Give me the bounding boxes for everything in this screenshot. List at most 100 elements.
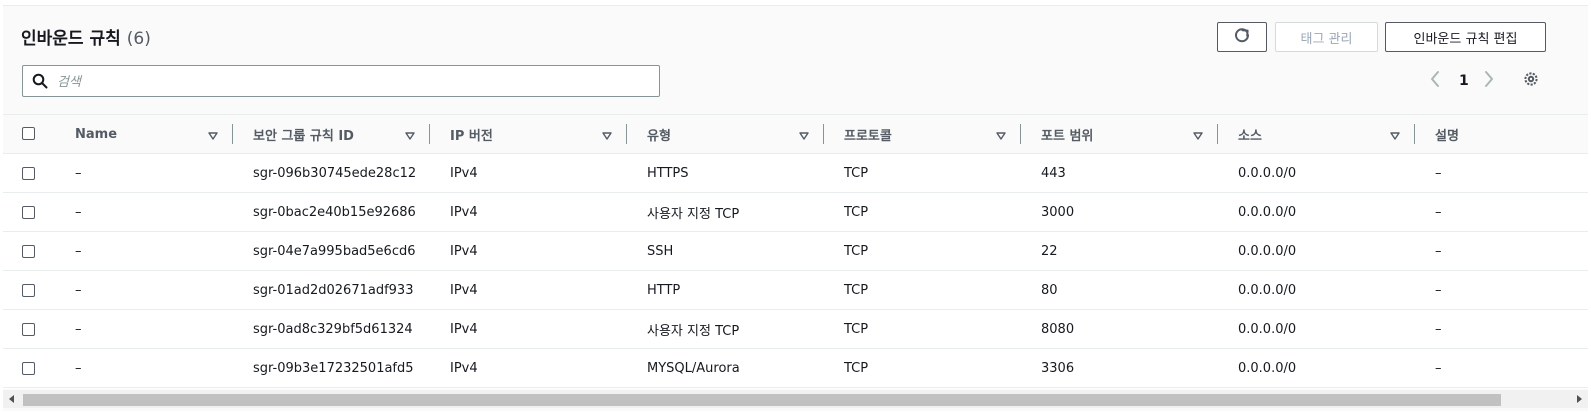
scroll-right-arrow-icon[interactable] — [1577, 395, 1582, 403]
column-header-description[interactable]: 설명 — [1435, 115, 1459, 153]
next-page-button[interactable] — [1483, 68, 1495, 94]
table-row[interactable]: – sgr-0ad8c329bf5d61324 IPv4 사용자 지정 TCP … — [3, 310, 1588, 349]
sort-caret-icon[interactable] — [1390, 129, 1400, 144]
cell-ip-version: IPv4 — [450, 205, 478, 220]
rule-count: (6) — [126, 29, 151, 49]
cell-ip-version: IPv4 — [450, 361, 478, 376]
column-header-port-range[interactable]: 포트 범위 — [1041, 115, 1093, 153]
cell-source: 0.0.0.0/0 — [1238, 205, 1297, 220]
column-resizer[interactable] — [232, 124, 233, 144]
row-checkbox[interactable] — [22, 245, 35, 258]
row-checkbox[interactable] — [22, 284, 35, 297]
table-row[interactable]: – sgr-09b3e17232501afd5 IPv4 MYSQL/Auror… — [3, 349, 1588, 388]
sort-caret-icon[interactable] — [1193, 129, 1203, 144]
search-input[interactable] — [55, 69, 649, 95]
cell-description: – — [1435, 244, 1442, 259]
column-resizer[interactable] — [1414, 124, 1415, 144]
cell-description: – — [1435, 205, 1442, 220]
cell-ip-version: IPv4 — [450, 322, 478, 337]
cell-rule-id: sgr-0bac2e40b15e92686 — [253, 205, 416, 220]
sort-caret-icon[interactable] — [405, 129, 415, 144]
row-checkbox[interactable] — [22, 362, 35, 375]
sort-caret-icon[interactable] — [996, 129, 1006, 144]
column-header-protocol[interactable]: 프로토콜 — [844, 115, 892, 153]
sort-caret-icon[interactable] — [799, 129, 809, 144]
table-row[interactable]: – sgr-096b30745ede28c12 IPv4 HTTPS TCP 4… — [3, 154, 1588, 193]
search-box[interactable] — [22, 65, 660, 97]
cell-type: HTTP — [647, 283, 681, 298]
cell-rule-id: sgr-04e7a995bad5e6cd6 — [253, 244, 416, 259]
sort-caret-icon[interactable] — [208, 129, 218, 144]
column-header-name[interactable]: Name — [75, 115, 117, 153]
cell-source: 0.0.0.0/0 — [1238, 166, 1297, 181]
inbound-rules-table: Name 보안 그룹 규칙 ID IP 버전 유형 프로토콜 포트 범위 소스 … — [3, 114, 1588, 389]
cell-type: SSH — [647, 244, 674, 259]
column-header-ip-version[interactable]: IP 버전 — [450, 115, 493, 153]
page-title: 인바운드 규칙 (6) — [21, 24, 151, 49]
cell-port-range: 3000 — [1041, 205, 1075, 220]
cell-rule-id: sgr-01ad2d02671adf933 — [253, 283, 414, 298]
column-label: 설명 — [1435, 128, 1459, 144]
cell-type: 사용자 지정 TCP — [647, 207, 740, 222]
column-label: IP 버전 — [450, 128, 493, 144]
table-row[interactable]: – sgr-04e7a995bad5e6cd6 IPv4 SSH TCP 22 … — [3, 232, 1588, 271]
edit-inbound-rules-button[interactable]: 인바운드 규칙 편집 — [1385, 22, 1546, 52]
cell-name: – — [75, 322, 82, 337]
cell-port-range: 80 — [1041, 283, 1058, 298]
previous-page-button[interactable] — [1429, 68, 1441, 94]
column-header-source[interactable]: 소스 — [1238, 115, 1262, 153]
column-resizer[interactable] — [1217, 124, 1218, 144]
title-text: 인바운드 규칙 — [21, 29, 121, 49]
cell-source: 0.0.0.0/0 — [1238, 283, 1297, 298]
cell-type: MYSQL/Aurora — [647, 361, 740, 376]
cell-description: – — [1435, 283, 1442, 298]
row-checkbox[interactable] — [22, 167, 35, 180]
table-row[interactable]: – sgr-0bac2e40b15e92686 IPv4 사용자 지정 TCP … — [3, 193, 1588, 232]
search-icon — [32, 73, 48, 93]
column-header-type[interactable]: 유형 — [647, 115, 671, 153]
cell-name: – — [75, 244, 82, 259]
column-resizer[interactable] — [1020, 124, 1021, 144]
column-label: Name — [75, 126, 118, 142]
cell-rule-id: sgr-09b3e17232501afd5 — [253, 361, 414, 376]
manage-tags-button[interactable]: 태그 관리 — [1275, 22, 1378, 52]
column-resizer[interactable] — [823, 124, 824, 144]
cell-type: HTTPS — [647, 166, 689, 181]
horizontal-scrollbar[interactable] — [3, 390, 1588, 408]
cell-ip-version: IPv4 — [450, 283, 478, 298]
column-label: 유형 — [647, 128, 671, 144]
cell-protocol: TCP — [844, 283, 869, 298]
table-header: Name 보안 그룹 규칙 ID IP 버전 유형 프로토콜 포트 범위 소스 … — [3, 114, 1588, 154]
cell-source: 0.0.0.0/0 — [1238, 361, 1297, 376]
cell-name: – — [75, 166, 82, 181]
cell-ip-version: IPv4 — [450, 244, 478, 259]
inbound-rules-panel: 인바운드 규칙(6) 태그 관리 인바운드 규칙 편집 1 — [3, 5, 1588, 411]
cell-rule-id: sgr-0ad8c329bf5d61324 — [253, 322, 413, 337]
sort-caret-icon[interactable] — [602, 129, 612, 144]
column-header-rule-id[interactable]: 보안 그룹 규칙 ID — [253, 115, 354, 153]
column-resizer[interactable] — [626, 124, 627, 144]
cell-source: 0.0.0.0/0 — [1238, 322, 1297, 337]
table-settings-button[interactable] — [1522, 68, 1540, 94]
cell-description: – — [1435, 166, 1442, 181]
cell-type: 사용자 지정 TCP — [647, 324, 740, 339]
refresh-button[interactable] — [1217, 22, 1267, 52]
row-checkbox[interactable] — [22, 323, 35, 336]
row-checkbox[interactable] — [22, 206, 35, 219]
cell-protocol: TCP — [844, 244, 869, 259]
select-all-checkbox[interactable] — [22, 127, 35, 140]
scrollbar-thumb[interactable] — [23, 394, 1501, 406]
table-row[interactable]: – sgr-01ad2d02671adf933 IPv4 HTTP TCP 80… — [3, 271, 1588, 310]
cell-protocol: TCP — [844, 205, 869, 220]
cell-port-range: 8080 — [1041, 322, 1075, 337]
cell-protocol: TCP — [844, 361, 869, 376]
scroll-left-arrow-icon[interactable] — [9, 395, 14, 403]
current-page-number[interactable]: 1 — [1459, 68, 1469, 94]
column-resizer[interactable] — [429, 124, 430, 144]
chevron-right-icon — [1483, 70, 1495, 92]
column-label: 포트 범위 — [1041, 128, 1094, 144]
refresh-icon — [1233, 26, 1251, 48]
cell-name: – — [75, 205, 82, 220]
cell-name: – — [75, 361, 82, 376]
cell-port-range: 443 — [1041, 166, 1066, 181]
